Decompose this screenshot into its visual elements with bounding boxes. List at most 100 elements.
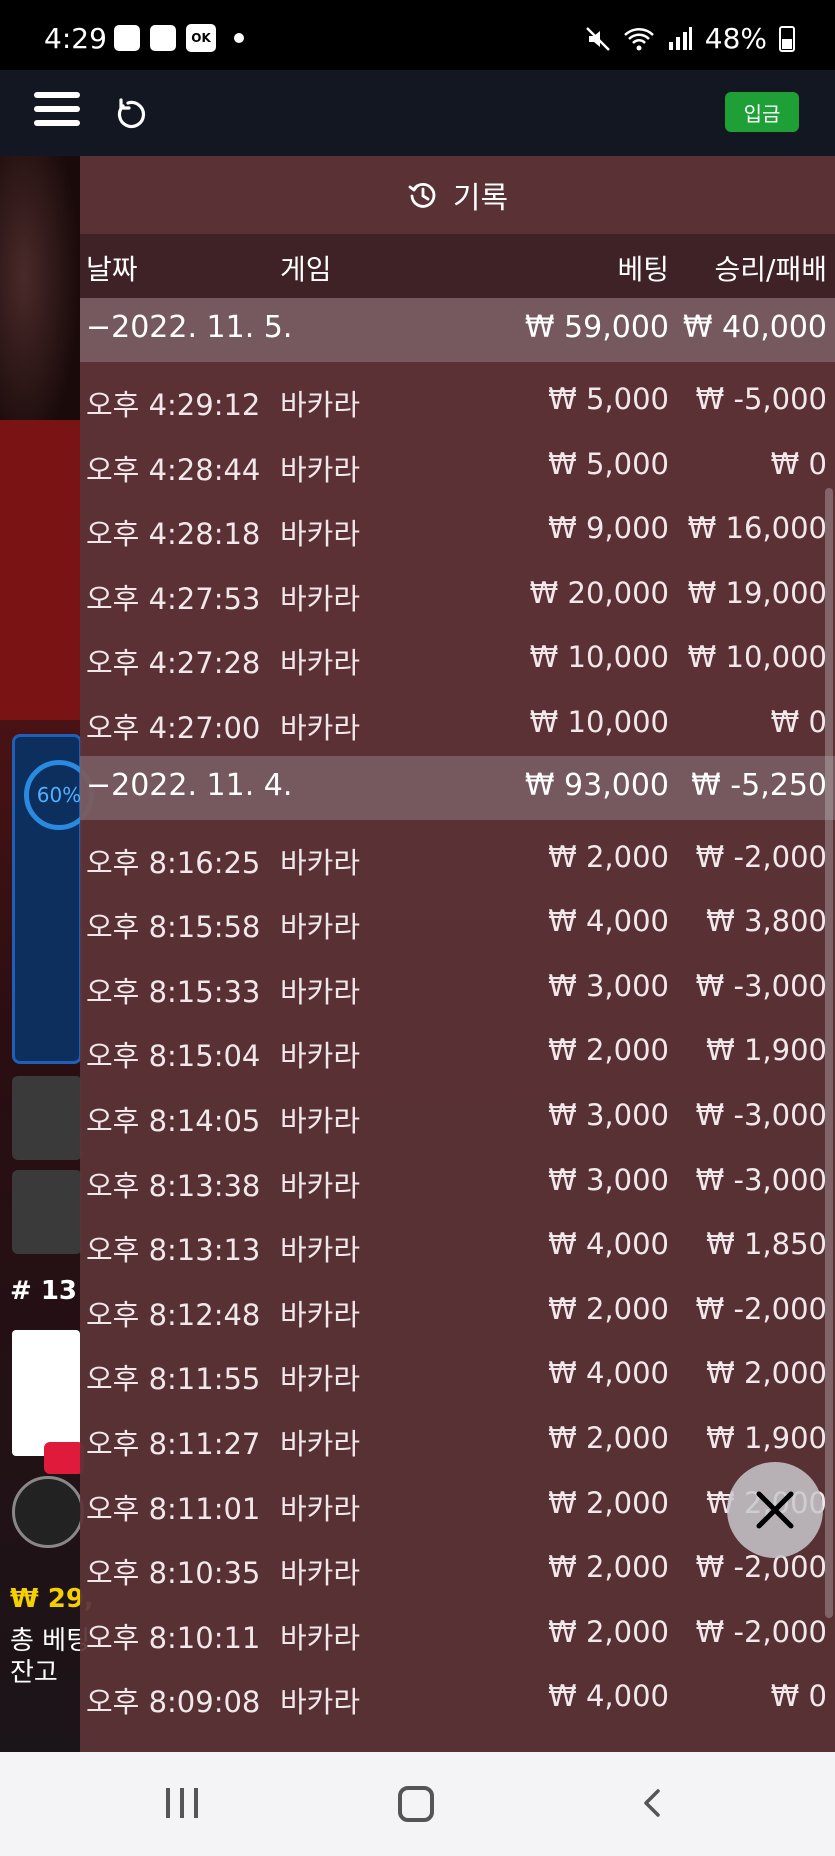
history-scrollbar[interactable] [825, 488, 833, 1618]
column-header-date: 날짜 [86, 253, 138, 286]
row-time: 오후 8:11:55 [86, 1362, 261, 1397]
history-row[interactable]: 오후 8:15:58 바카라 ₩ 4,000 ₩ 3,800 [80, 890, 835, 955]
roadmap-board [12, 1330, 80, 1456]
history-row[interactable]: 오후 8:12:48 바카라 ₩ 2,000 ₩ -2,000 [80, 1278, 835, 1343]
row-win-loss: ₩ -3,000 [695, 1162, 827, 1197]
row-game: 바카라 [280, 1426, 361, 1461]
balance-label: 잔고 [10, 1658, 58, 1688]
message-icon [114, 25, 140, 51]
row-bet: ₩ 2,000 [548, 839, 669, 874]
row-win-loss: ₩ 10,000 [687, 640, 827, 675]
history-row[interactable]: 오후 8:13:38 바카라 ₩ 3,000 ₩ -3,000 [80, 1149, 835, 1214]
bet-option-button[interactable] [12, 1170, 82, 1254]
row-bet: ₩ 2,000 [548, 1550, 669, 1585]
deposit-button[interactable]: 입금 [725, 92, 799, 132]
history-title: 기록 [452, 181, 509, 216]
row-bet: ₩ 20,000 [529, 575, 669, 610]
bet-option-button[interactable] [12, 1076, 82, 1160]
history-row[interactable]: 오후 4:28:44 바카라 ₩ 5,000 ₩ 0 [80, 433, 835, 498]
history-row[interactable]: 오후 8:15:33 바카라 ₩ 3,000 ₩ -3,000 [80, 955, 835, 1020]
row-time: 오후 8:09:08 [86, 1685, 261, 1720]
row-time: 오후 8:12:48 [86, 1297, 261, 1332]
row-win-loss: ₩ 3,800 [706, 904, 827, 939]
history-row[interactable]: 오후 4:28:18 바카라 ₩ 9,000 ₩ 16,000 [80, 497, 835, 562]
history-row[interactable]: 오후 8:16:25 바카라 ₩ 2,000 ₩ -2,000 [80, 826, 835, 891]
row-time: 오후 8:16:25 [86, 845, 261, 880]
row-bet: ₩ 2,000 [548, 1033, 669, 1068]
history-row[interactable]: 오후 4:27:53 바카라 ₩ 20,000 ₩ 19,000 [80, 562, 835, 627]
row-time: 오후 8:13:38 [86, 1168, 261, 1203]
day-total-win: ₩ -5,250 [691, 767, 827, 803]
history-row[interactable]: 오후 8:11:01바카라₩ 2,000₩ 2,000 [80, 1472, 835, 1537]
row-time: 오후 8:13:13 [86, 1233, 261, 1268]
day-summary-row[interactable]: −2022. 11. 5. ₩ 59,000 ₩ 40,000 [80, 298, 835, 362]
column-header-game: 게임 [280, 253, 332, 286]
row-win-loss: ₩ -3,000 [695, 1097, 827, 1132]
history-row[interactable]: 오후 4:27:00 바카라 ₩ 10,000 ₩ 0 [80, 691, 835, 756]
history-row[interactable]: 오후 4:27:28 바카라 ₩ 10,000 ₩ 10,000 [80, 626, 835, 691]
row-bet: ₩ 3,000 [548, 1097, 669, 1132]
row-time: 오후 8:15:33 [86, 974, 261, 1009]
more-notifications-dot-icon [234, 33, 244, 43]
row-time: 오후 8:14:05 [86, 1103, 261, 1138]
row-bet: ₩ 4,000 [548, 1356, 669, 1391]
row-time: 오후 4:28:44 [86, 452, 261, 487]
row-win-loss: ₩ 1,850 [706, 1227, 827, 1262]
day-date: −2022. 11. 4. [86, 767, 293, 803]
row-win-loss: ₩ -2,000 [695, 839, 827, 874]
row-win-loss: ₩ 0 [770, 704, 827, 739]
row-bet: ₩ 4,000 [548, 904, 669, 939]
row-game: 바카라 [280, 1297, 361, 1332]
status-bar: 4:29 OK 48% [0, 0, 835, 70]
history-row[interactable]: 오후 8:09:08 바카라 ₩ 4,000 ₩ 0 [80, 1665, 835, 1730]
history-clock-icon [408, 182, 436, 208]
row-game: 바카라 [280, 1168, 361, 1203]
row-win-loss: ₩ -3,000 [695, 968, 827, 1003]
row-bet: ₩ 10,000 [529, 640, 669, 675]
history-row[interactable]: 오후 8:14:05 바카라 ₩ 3,000 ₩ -3,000 [80, 1084, 835, 1149]
dealer-video [0, 156, 80, 456]
history-row[interactable]: 오후 8:13:13 바카라 ₩ 4,000 ₩ 1,850 [80, 1213, 835, 1278]
reload-icon[interactable] [114, 96, 150, 132]
home-icon[interactable] [398, 1786, 434, 1822]
row-win-loss: ₩ 1,900 [706, 1420, 827, 1455]
system-icons: 48% [585, 22, 795, 55]
recent-apps-icon[interactable] [166, 1788, 198, 1818]
row-win-loss: ₩ 0 [770, 446, 827, 481]
row-time: 오후 8:10:11 [86, 1620, 261, 1655]
row-win-loss: ₩ 0 [770, 1679, 827, 1714]
ok-app-icon: OK [186, 24, 216, 52]
history-row[interactable]: 오후 4:29:12 바카라 ₩ 5,000 ₩ -5,000 [80, 368, 835, 433]
battery-percent: 48% [704, 22, 767, 55]
row-game: 바카라 [280, 1362, 361, 1397]
history-panel: 기록 날짜 게임 베팅 승리/패배 −2022. 11. 5. ₩ 59,000 ₩… [80, 156, 835, 1752]
hamburger-icon[interactable] [34, 92, 80, 130]
day-date: −2022. 11. 5. [86, 310, 293, 345]
history-row[interactable]: 오후 8:15:04 바카라 ₩ 2,000 ₩ 1,900 [80, 1019, 835, 1084]
day-total-bet: ₩ 59,000 [524, 310, 669, 345]
history-row[interactable]: 오후 8:11:27 바카라 ₩ 2,000 ₩ 1,900 [80, 1407, 835, 1472]
row-bet: ₩ 5,000 [548, 446, 669, 481]
chip-icon[interactable] [12, 1476, 84, 1548]
row-game: 바카라 [280, 845, 361, 880]
row-bet: ₩ 2,000 [548, 1485, 669, 1520]
history-row[interactable]: 오후 8:10:35 바카라 ₩ 2,000 ₩ -2,000 [80, 1536, 835, 1601]
history-row[interactable]: 오후 8:11:55 바카라 ₩ 4,000 ₩ 2,000 [80, 1342, 835, 1407]
history-row[interactable]: 오후 8:10:11 바카라 ₩ 2,000 ₩ -2,000 [80, 1601, 835, 1666]
gallery-icon [150, 25, 176, 51]
row-game: 바카라 [280, 517, 361, 552]
row-time: 오후 8:15:04 [86, 1039, 261, 1074]
history-rows: −2022. 11. 5. ₩ 59,000 ₩ 40,000 오후 4:29:12 바… [80, 298, 835, 1730]
row-win-loss: ₩ 19,000 [687, 575, 827, 610]
row-game: 바카라 [280, 1039, 361, 1074]
row-bet: ₩ 2,000 [548, 1614, 669, 1649]
row-bet: ₩ 4,000 [548, 1227, 669, 1262]
status-time: 4:29 [44, 22, 107, 55]
row-time: 오후 8:11:01 [86, 1491, 261, 1526]
close-history-button[interactable] [727, 1462, 823, 1558]
back-icon[interactable] [638, 1788, 668, 1818]
row-time: 오후 4:27:53 [86, 581, 261, 616]
day-summary-row[interactable]: −2022. 11. 4. ₩ 93,000 ₩ -5,250 [80, 755, 835, 820]
row-win-loss: ₩ 1,900 [706, 1033, 827, 1068]
row-bet: ₩ 4,000 [548, 1679, 669, 1714]
